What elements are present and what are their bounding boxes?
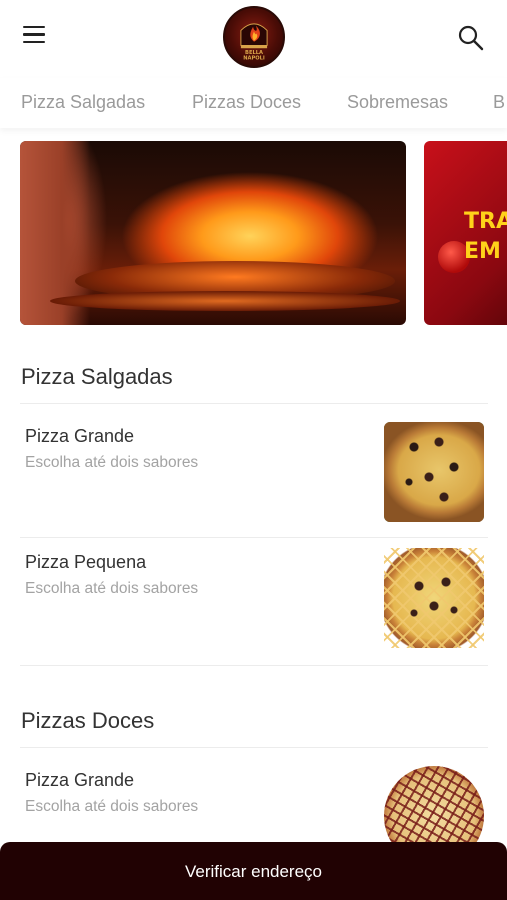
svg-text:NAPOLI: NAPOLI (243, 55, 265, 61)
product-name: Pizza Grande (25, 426, 135, 446)
verify-address-button[interactable]: Verificar endereço (0, 842, 507, 900)
divider (20, 747, 488, 748)
product-name: Pizza Grande (25, 770, 135, 790)
oven-floor (50, 291, 400, 311)
product-description: Escolha até dois sabores (25, 454, 199, 471)
logo-graphic: BELLA NAPOLI (240, 23, 268, 61)
category-tabs: Pizza Salgadas Pizzas Doces Sobremesas B (0, 78, 507, 128)
product-description: Escolha até dois sabores (25, 798, 199, 815)
product-image (384, 422, 484, 522)
restaurant-logo[interactable]: BELLA NAPOLI (223, 6, 285, 68)
search-icon[interactable] (457, 24, 485, 52)
promo-text-line1: TRA (464, 209, 507, 234)
verify-address-label: Verificar endereço (184, 862, 323, 881)
tab-pizzas-doces[interactable]: Pizzas Doces (192, 92, 301, 113)
banner-promo[interactable]: TRA EM (424, 141, 507, 325)
banner-oven[interactable] (20, 141, 406, 325)
product-item-salgadas-grande[interactable]: Pizza Grande Escolha até dois sabores (20, 410, 488, 536)
hamburger-menu-icon[interactable] (22, 26, 48, 48)
top-bar: BELLA NAPOLI (0, 0, 507, 76)
tab-partial[interactable]: B (493, 92, 505, 113)
divider (20, 665, 488, 666)
promo-text-line2: EM (464, 239, 501, 264)
tab-sobremesas[interactable]: Sobremesas (347, 92, 448, 113)
product-image (384, 548, 484, 648)
product-description: Escolha até dois sabores (25, 580, 199, 597)
product-name: Pizza Pequena (25, 552, 147, 572)
tab-pizza-salgadas[interactable]: Pizza Salgadas (21, 92, 145, 113)
section-title-salgadas: Pizza Salgadas (21, 364, 173, 389)
divider (20, 403, 488, 404)
section-title-doces: Pizzas Doces (21, 708, 155, 733)
promo-text: TRA EM (464, 207, 507, 267)
product-item-salgadas-pequena[interactable]: Pizza Pequena Escolha até dois sabores (20, 536, 488, 662)
